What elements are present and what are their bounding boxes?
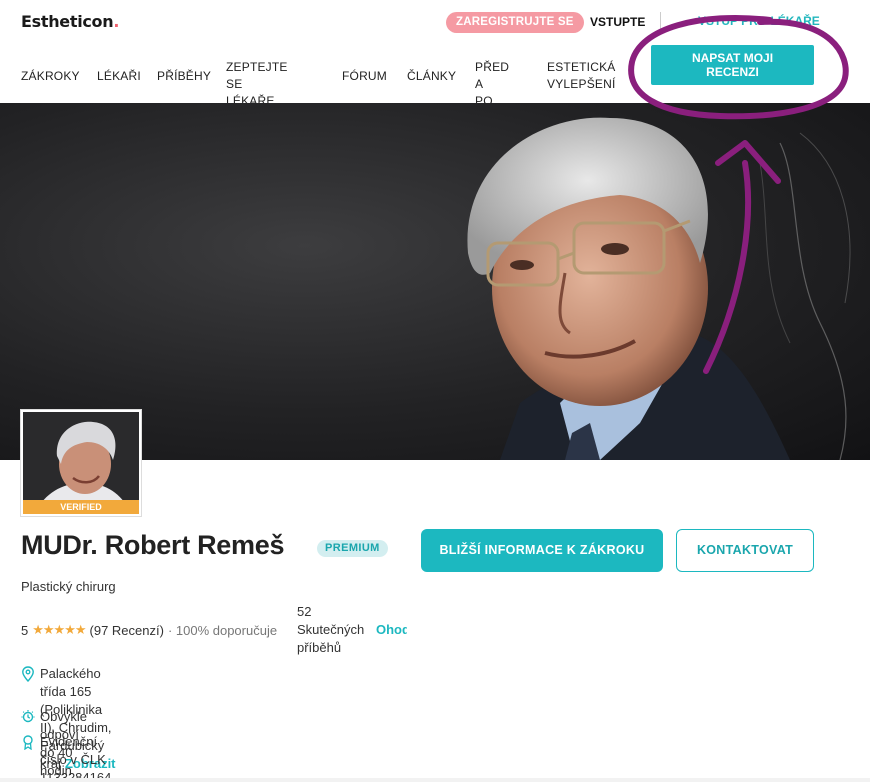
section-divider <box>0 778 870 782</box>
verified-badge: VERIFIED <box>23 500 139 514</box>
site-header: Estheticon. ZAREGISTRUJTE SE VSTUPTE VST… <box>0 0 870 108</box>
nav-item-procedures[interactable]: ZÁKROKY <box>21 68 80 85</box>
rating-summary: 5 ★★★★★ (97 Recenzí) · 100% doporučuje <box>21 622 277 638</box>
nav-item-doctors[interactable]: LÉKAŘI <box>97 68 141 85</box>
hero-doctor-photo <box>467 117 851 460</box>
contact-button[interactable]: KONTAKTOVAT <box>676 529 814 572</box>
site-logo[interactable]: Estheticon. <box>21 12 119 31</box>
stories-count-link[interactable]: 52 Skutečných příběhů <box>297 603 364 657</box>
clock-badge-icon <box>21 710 35 723</box>
nav-item-forum[interactable]: FÓRUM <box>342 68 387 85</box>
rating-value: 5 <box>21 622 29 638</box>
write-review-button[interactable]: NAPSAT MOJI RECENZI <box>651 45 814 85</box>
hero-banner <box>0 103 870 460</box>
doctor-specialty: Plastický chirurg <box>21 579 116 594</box>
logo-text: Estheticon <box>21 12 114 31</box>
rating-stars-icon: ★★★★★ <box>32 622 86 637</box>
procedure-info-button[interactable]: BLIŽŠÍ INFORMACE K ZÁKROKU <box>421 529 663 572</box>
recommend-rate: · 100% doporučuje <box>167 622 278 638</box>
id-badge-icon <box>23 735 33 750</box>
nav-item-aesthetic-enhancements[interactable]: ESTETICKÁ VYLEPŠENÍ <box>547 59 616 93</box>
header-divider <box>660 12 661 32</box>
map-pin-icon <box>22 666 34 682</box>
login-link[interactable]: VSTUPTE <box>590 15 645 29</box>
nav-item-stories[interactable]: PŘÍBĚHY <box>157 68 211 85</box>
logo-dot: . <box>113 12 120 31</box>
premium-badge: PREMIUM <box>317 540 388 557</box>
nav-item-articles[interactable]: ČLÁNKY <box>407 68 456 85</box>
doctor-avatar: VERIFIED <box>21 410 141 516</box>
reviews-count-link[interactable]: (97 Recenzí) <box>90 623 164 638</box>
rate-doctor-link[interactable]: Ohodnoťte <box>376 622 407 637</box>
register-button[interactable]: ZAREGISTRUJTE SE <box>446 12 584 33</box>
registration-text: Evidenční číslo v ČLK 1133284164 <box>40 734 112 782</box>
doctor-name: MUDr. Robert Remeš <box>21 530 285 560</box>
doctor-login-link[interactable]: VSTUP PRO LÉKAŘE <box>698 14 820 28</box>
